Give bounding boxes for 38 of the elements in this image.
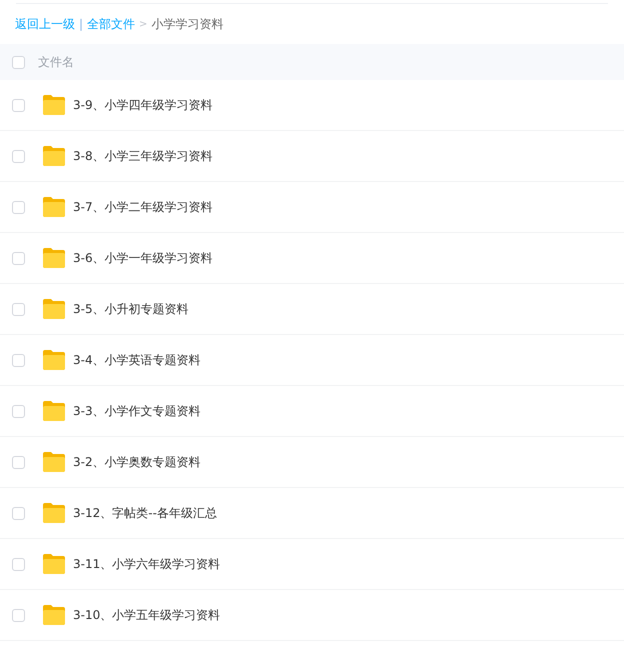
checkbox[interactable] (12, 506, 25, 520)
checkbox[interactable] (12, 56, 25, 68)
folder-name[interactable]: 3-12、字帖类--各年级汇总 (73, 504, 217, 522)
folder-icon (42, 604, 66, 626)
checkbox[interactable] (12, 200, 25, 214)
folder-name[interactable]: 3-2、小学奥数专题资料 (73, 453, 201, 471)
folder-icon (42, 451, 66, 473)
folder-icon (42, 400, 66, 422)
folder-icon (42, 94, 66, 116)
folder-name[interactable]: 3-10、小学五年级学习资料 (73, 606, 220, 624)
separator: | (79, 16, 84, 33)
checkbox[interactable] (12, 354, 25, 366)
checkbox[interactable] (12, 608, 25, 622)
folder-icon (42, 298, 66, 320)
folder-name[interactable]: 3-8、小学三年级学习资料 (73, 147, 213, 165)
folder-name[interactable]: 3-11、小学六年级学习资料 (73, 555, 220, 573)
checkbox[interactable] (12, 98, 25, 112)
folder-icon (42, 553, 66, 575)
checkbox[interactable] (12, 404, 25, 418)
folder-icon (42, 349, 66, 371)
column-header: 文件名 (38, 54, 74, 71)
checkbox[interactable] (12, 302, 25, 316)
checkbox[interactable] (12, 252, 25, 264)
folder-icon (42, 247, 66, 269)
folder-icon (42, 196, 66, 218)
checkbox[interactable] (12, 456, 25, 468)
breadcrumb-arrow: > (139, 18, 148, 32)
folder-icon (42, 502, 66, 524)
current-folder: 小学学习资料 (151, 16, 224, 33)
folder-name[interactable]: 3-9、小学四年级学习资料 (73, 96, 213, 114)
folder-name[interactable]: 3-5、小升初专题资料 (73, 300, 189, 318)
folder-name[interactable]: 3-4、小学英语专题资料 (73, 351, 201, 369)
folder-icon (42, 145, 66, 167)
checkbox[interactable] (12, 558, 25, 570)
folder-name[interactable]: 3-7、小学二年级学习资料 (73, 198, 213, 216)
folder-name[interactable]: 3-3、小学作文专题资料 (73, 402, 201, 420)
checkbox[interactable] (12, 150, 25, 162)
folder-name[interactable]: 3-6、小学一年级学习资料 (73, 249, 213, 267)
